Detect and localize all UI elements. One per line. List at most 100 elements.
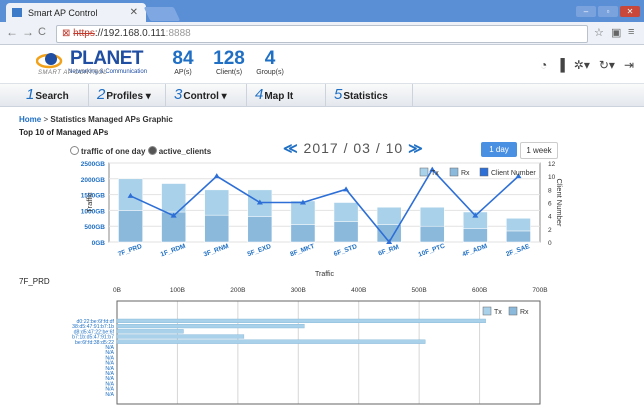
x-tick-label: 600B (472, 287, 487, 294)
x-tick-label: 7F_PRD (117, 243, 143, 258)
bar-chart-icon[interactable]: ▐ (556, 58, 565, 72)
settings-gear-icon[interactable]: ✲▾ (574, 58, 590, 72)
browser-menu-icon[interactable]: ≡ (628, 26, 634, 38)
y-tick-label: 2500GB (81, 161, 106, 168)
x-axis-title: Traffic (315, 271, 335, 278)
reload-icon[interactable]: C (38, 26, 46, 38)
x-tick-label: 1F_RDM (160, 243, 187, 258)
bar-rx (247, 216, 273, 243)
menu-map-it[interactable]: 4Map It (247, 84, 326, 106)
menu-number: 4 (255, 86, 264, 103)
legend-label: Rx (520, 309, 529, 316)
current-date: 2017 / 03 / 10 (303, 140, 404, 156)
breadcrumb-current: Statistics Managed APs Graphic (50, 115, 173, 124)
planet-logo-icon (36, 53, 63, 69)
section-title: Top 10 of Managed APs (19, 128, 109, 137)
y2-tick-label: 4 (548, 214, 552, 221)
breadcrumb-home-link[interactable]: Home (19, 115, 41, 124)
y2-tick-label: 2 (548, 227, 552, 234)
logout-icon[interactable]: ⇥ (624, 58, 634, 72)
insecure-lock-icon: ⊠ (62, 28, 71, 39)
url-port: :8888 (165, 28, 191, 39)
extension-icon[interactable]: ▣ (611, 26, 621, 39)
menu-label: Profiles ▾ (106, 91, 151, 102)
group-count: 4 (264, 48, 276, 69)
chart-mode-radios: traffic of one day active_clients (70, 146, 211, 156)
prev-date-button[interactable]: ≪ (283, 140, 299, 156)
x-tick-label: 400B (351, 287, 366, 294)
new-tab-button[interactable] (143, 7, 181, 21)
forward-icon[interactable]: → (22, 25, 34, 39)
range-week-button[interactable]: 1 week (520, 142, 558, 159)
y-tick-label: 0GB (92, 240, 106, 247)
minimize-icon[interactable]: – (576, 6, 596, 17)
radio-traffic[interactable]: traffic of one day (70, 146, 146, 156)
y2-tick-label: 8 (548, 187, 552, 194)
menu-number: 2 (97, 86, 106, 103)
radio-traffic-circle[interactable] (70, 146, 79, 155)
client-count: 128 (213, 48, 245, 69)
close-window-icon[interactable]: ✕ (620, 6, 640, 17)
x-tick-label: 500B (412, 287, 427, 294)
x-tick-label: 6F_STD (333, 243, 358, 258)
bar-rx (506, 230, 531, 243)
back-icon[interactable]: ← (6, 25, 18, 39)
window-controls: – ▫ ✕ (574, 1, 642, 17)
maximize-icon[interactable]: ▫ (598, 6, 618, 17)
bar-tx (116, 324, 305, 329)
legend-swatch (419, 167, 429, 177)
radio-traffic-label: traffic of one day (81, 147, 146, 156)
bar-rx (118, 210, 143, 243)
breadcrumb: Home > Statistics Managed APs Graphic (19, 115, 173, 124)
y-axis-title: Traffic (85, 192, 94, 213)
bar-rx (290, 224, 316, 243)
next-date-button[interactable]: ≫ (408, 140, 424, 156)
legend-swatch (479, 167, 489, 177)
y2-axis-title: Client Number (555, 179, 564, 227)
url-scheme: https (73, 28, 95, 39)
legend-label: Tx (494, 309, 502, 316)
group-count-label: Group(s) (256, 69, 284, 76)
x-tick-label: 700B (532, 287, 547, 294)
address-bar[interactable]: ⊠ https://192.168.0.111:8888 (56, 25, 588, 43)
browser-tab[interactable]: Smart AP Control ✕ (6, 3, 146, 22)
x-tick-label: 5F_EXD (247, 243, 273, 258)
dashboard-gauge-icon[interactable]: ◔ (540, 58, 547, 72)
client-count-stat[interactable]: 128 Client(s) (203, 48, 255, 76)
radio-clients-circle[interactable] (147, 146, 157, 155)
legend-swatch (449, 167, 459, 177)
bar-rx (204, 214, 230, 243)
x-tick-label: 100B (170, 287, 185, 294)
y2-tick-label: 12 (548, 161, 556, 168)
ap-count-stat[interactable]: 84 AP(s) (165, 48, 201, 76)
bar-tx (116, 318, 486, 323)
menu-number: 5 (334, 86, 343, 103)
radio-active-clients[interactable]: active_clients (147, 146, 211, 156)
close-tab-icon[interactable]: ✕ (130, 7, 138, 18)
bar-rx (463, 228, 488, 243)
x-tick-label: 200B (230, 287, 245, 294)
menu-control[interactable]: 3Control ▾ (166, 84, 247, 106)
favicon-icon (12, 8, 22, 17)
menu-statistics[interactable]: 5Statistics (326, 84, 413, 106)
menu-search[interactable]: 1Search (18, 84, 89, 106)
menu-profiles[interactable]: 2Profiles ▾ (89, 84, 166, 106)
y-tick-label: 500GB (84, 224, 105, 231)
bar-rx (419, 225, 445, 243)
bookmark-star-icon[interactable]: ☆ (594, 26, 604, 39)
x-tick-label: 0B (113, 287, 121, 294)
bar-tx (506, 218, 531, 232)
bar-tx (376, 206, 402, 225)
x-tick-label: 4F_ADM (461, 243, 488, 258)
menu-label: Control ▾ (183, 91, 227, 102)
bar-tx (419, 206, 445, 227)
range-day-button[interactable]: 1 day (481, 142, 517, 157)
bar-tx (333, 202, 359, 222)
bar-tx (116, 334, 245, 339)
ap-count: 84 (172, 48, 194, 69)
legend-swatch (508, 306, 518, 316)
ap-count-label: AP(s) (174, 69, 192, 76)
brand-tagline: SMART AP CONTROL (38, 70, 108, 76)
refresh-icon[interactable]: ↻▾ (599, 58, 615, 72)
group-count-stat[interactable]: 4 Group(s) (256, 48, 284, 76)
